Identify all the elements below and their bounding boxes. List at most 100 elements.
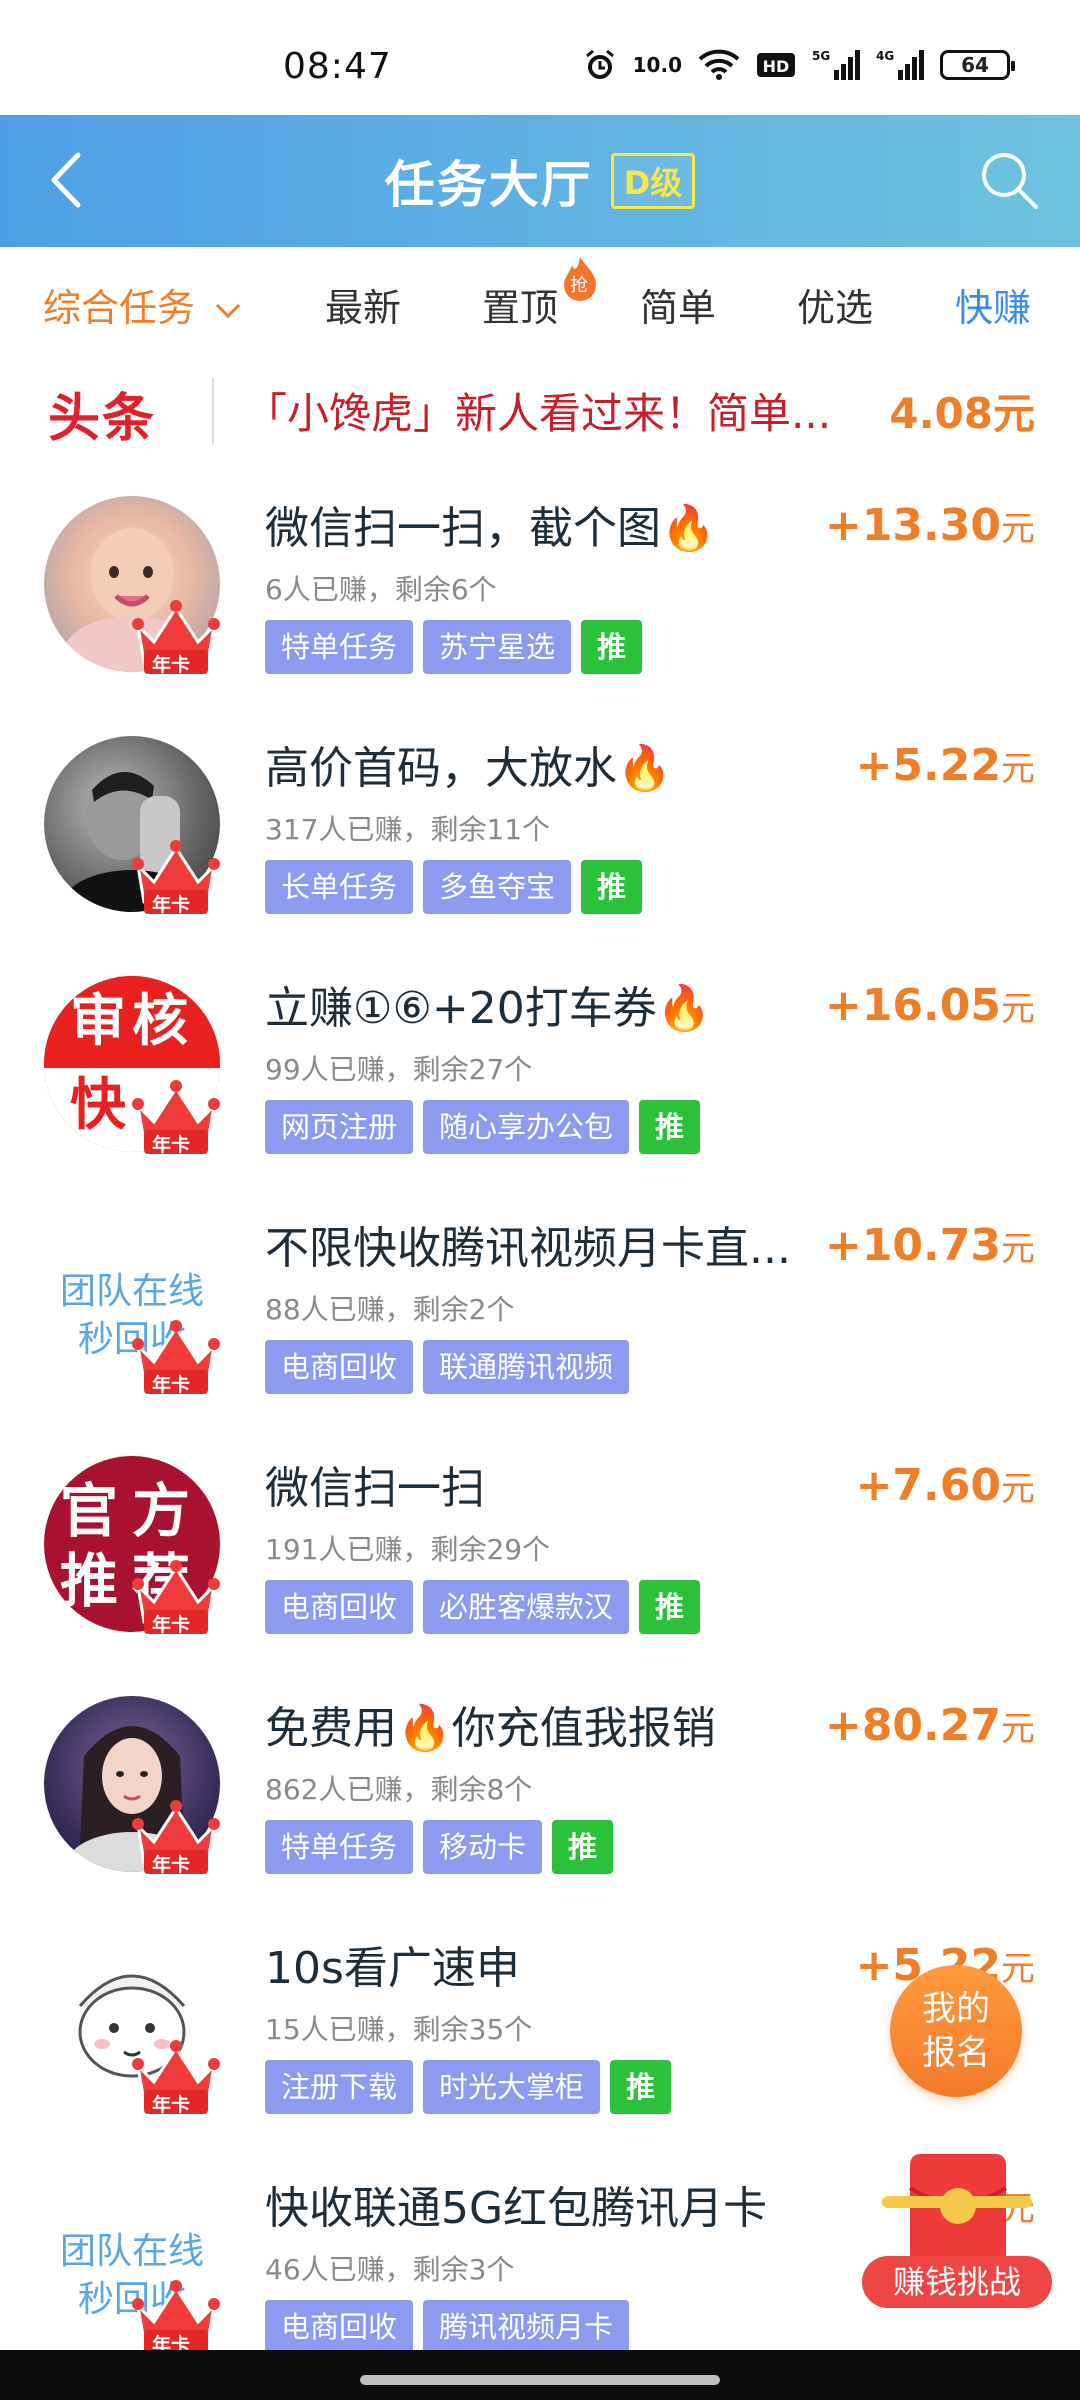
task-tag: 移动卡: [423, 1820, 543, 1874]
task-tag: 特单任务: [265, 620, 414, 674]
task-tags: 特单任务 苏宁星选 推: [265, 620, 643, 674]
task-reward: +7.60元: [856, 1460, 1035, 1511]
my-signup-button[interactable]: 我的 报名: [890, 1965, 1022, 2097]
reward-value: +7.60: [855, 1460, 1001, 1511]
crown-label: 年卡: [152, 1374, 191, 1396]
task-tags: 电商回收 必胜客爆款汉 推: [265, 1580, 701, 1634]
red-envelope-icon: [882, 2154, 1032, 2264]
divider: [212, 378, 214, 444]
task-tags: 网页注册 随心享办公包 推: [265, 1100, 701, 1154]
tab-selected[interactable]: 优选: [797, 277, 873, 332]
battery-icon: 64: [940, 50, 1015, 80]
task-item[interactable]: 年卡 高价首码，大放水🔥 317人已赚，剩余11个 长单任务 多鱼夺宝 推 +5…: [0, 718, 1080, 958]
earn-challenge-button[interactable]: 赚钱挑战: [862, 2148, 1052, 2308]
task-tags: 电商回收 联通腾讯视频: [265, 1340, 630, 1394]
task-tag: 电商回收: [265, 1580, 414, 1634]
reward-unit: 元: [1001, 749, 1035, 789]
task-tag: 腾讯视频月卡: [423, 2300, 630, 2354]
headline-banner[interactable]: 头条 「小馋虎」新人看过来！简单... 4.08元: [0, 360, 1080, 460]
avatar-text: 团队在线: [59, 2231, 204, 2272]
page-title: 任务大厅: [384, 156, 593, 214]
task-meta: 99人已赚，剩余27个: [265, 1053, 533, 1086]
net-speed-value: 10.0: [632, 53, 682, 77]
wifi-icon: [698, 49, 740, 81]
task-title: 高价首码，大放水🔥: [265, 743, 672, 794]
signal-4g-icon: 4G: [876, 48, 924, 82]
signup-line: 我的: [922, 1989, 990, 2029]
task-tag: 电商回收: [265, 2300, 414, 2354]
challenge-label: 赚钱挑战: [862, 2256, 1052, 2308]
task-reward: +10.73元: [825, 1220, 1035, 1271]
task-tags: 特单任务 移动卡 推: [265, 1820, 614, 1874]
push-tag: 推: [610, 2060, 672, 2114]
task-tag: 网页注册: [265, 1100, 414, 1154]
level-badge: D级: [610, 153, 696, 209]
reward-value: +80.27: [824, 1700, 1001, 1751]
crown-badge: 年卡: [130, 1796, 222, 1878]
task-item[interactable]: 团队在线 秒回收 年卡 不限快收腾讯视频月卡直... 88人已赚，剩余2个 电商…: [0, 1198, 1080, 1438]
tab-label: 综合任务: [43, 286, 196, 330]
search-icon: [982, 153, 1038, 209]
push-tag: 推: [639, 1100, 701, 1154]
task-meta: 862人已赚，剩余8个: [265, 1773, 533, 1806]
task-tag: 随心享办公包: [423, 1100, 630, 1154]
reward-value: +5.22: [855, 740, 1001, 791]
signal-5g-icon: 5G: [812, 48, 860, 82]
tab-comprehensive[interactable]: 综合任务: [43, 277, 243, 332]
task-reward: +80.27元: [825, 1700, 1035, 1751]
svg-text:5G: 5G: [812, 49, 830, 63]
grab-badge-text: 抢: [570, 275, 588, 296]
push-tag: 推: [581, 620, 643, 674]
signup-label: 我的 报名: [922, 1987, 990, 2075]
crown-label: 年卡: [152, 1134, 191, 1156]
status-bar: 08:47 10.0 HD 5G 4G 64: [0, 0, 1080, 115]
task-item[interactable]: 官方 推荐 年卡 微信扫一扫 191人已赚，剩余29个 电商回收 必胜客爆款汉 …: [0, 1438, 1080, 1678]
reward-value: +10.73: [824, 1220, 1001, 1271]
crown-badge: 年卡: [130, 836, 222, 918]
task-meta: 88人已赚，剩余2个: [265, 1293, 515, 1326]
task-meta: 317人已赚，剩余11个: [265, 813, 551, 846]
tab-latest[interactable]: 最新: [325, 277, 401, 332]
tab-simple[interactable]: 简单: [640, 277, 716, 332]
home-indicator[interactable]: [360, 2375, 720, 2385]
avatar-text: 官方: [59, 1477, 204, 1545]
crown-label: 年卡: [152, 2094, 191, 2116]
alarm-icon: [583, 48, 617, 82]
headline-amount: 4.08元: [889, 389, 1035, 438]
push-tag: 推: [581, 860, 643, 914]
crown-label: 年卡: [152, 894, 191, 916]
task-tag: 特单任务: [265, 1820, 414, 1874]
svg-text:HD: HD: [763, 57, 790, 76]
task-tag: 必胜客爆款汉: [423, 1580, 630, 1634]
headline-text: 「小馋虎」新人看过来！简单...: [245, 389, 832, 438]
task-title: 免费用🔥你充值我报销: [265, 1703, 716, 1754]
crown-badge: 年卡: [130, 2036, 222, 2118]
task-meta: 6人已赚，剩余6个: [265, 573, 497, 606]
tab-quick-earn[interactable]: 快赚: [955, 277, 1031, 332]
task-tags: 长单任务 多鱼夺宝 推: [265, 860, 643, 914]
search-button[interactable]: [976, 147, 1042, 213]
tab-bar: 综合任务 最新 置顶 简单 优选 快赚: [0, 247, 1080, 352]
headline-tag: 头条: [48, 389, 157, 449]
task-reward: +13.30元: [825, 500, 1035, 551]
svg-text:4G: 4G: [876, 49, 894, 63]
task-item[interactable]: 年卡 免费用🔥你充值我报销 862人已赚，剩余8个 特单任务 移动卡 推 +80…: [0, 1678, 1080, 1918]
reward-value: +13.30: [824, 500, 1001, 551]
reward-value: +16.05: [824, 980, 1001, 1031]
crown-label: 年卡: [152, 654, 191, 676]
task-item[interactable]: 年卡 微信扫一扫，截个图🔥 6人已赚，剩余6个 特单任务 苏宁星选 推 +13.…: [0, 478, 1080, 718]
push-tag: 推: [639, 1580, 701, 1634]
hd-icon: HD: [756, 51, 796, 79]
status-time: 08:47: [283, 46, 392, 87]
reward-unit: 元: [1001, 989, 1035, 1029]
task-item[interactable]: 审核 快 年卡 立赚①⑥+20打车券🔥 99人已赚，剩余27个 网页注册 随心享…: [0, 958, 1080, 1198]
task-tags: 注册下载 时光大掌柜 推: [265, 2060, 672, 2114]
crown-badge: 年卡: [130, 2276, 222, 2358]
task-reward: +16.05元: [825, 980, 1035, 1031]
signup-line: 报名: [922, 2033, 990, 2073]
tab-pinned[interactable]: 置顶: [482, 277, 558, 332]
crown-badge: 年卡: [130, 1316, 222, 1398]
crown-badge: 年卡: [130, 1556, 222, 1638]
avatar-text: 审核: [44, 976, 220, 1068]
crown-label: 年卡: [152, 1854, 191, 1876]
